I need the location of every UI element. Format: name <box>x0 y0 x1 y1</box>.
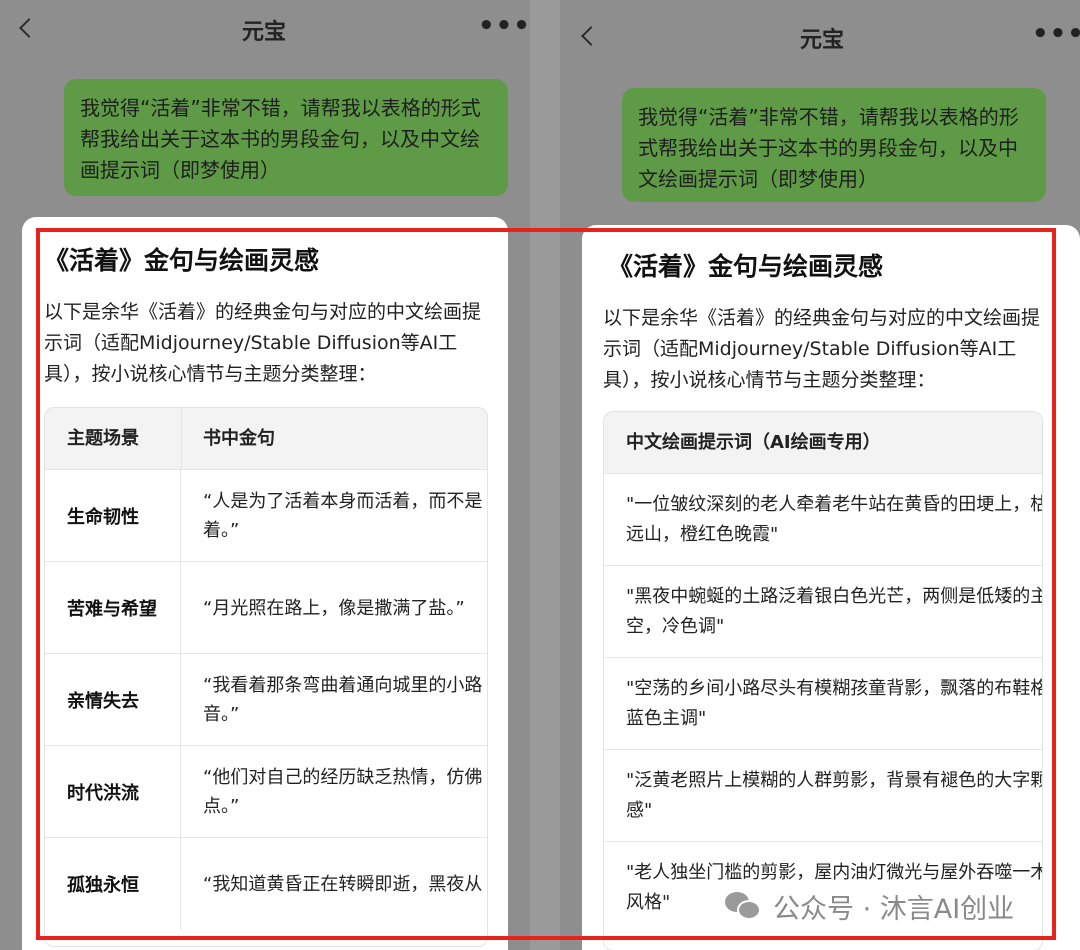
quote-cell: “他们对自己的经历缺乏热情，仿佛点。” <box>203 746 487 838</box>
prompt-text: "空荡的乡间小路尽头有模糊孩童背影，飘落的布鞋格，灰蓝色主调" <box>626 678 1043 729</box>
response-title: 《活着》金句与绘画灵感 <box>44 246 320 275</box>
quote-text: “人是为了活着本身而活着，而不是着。” <box>203 491 483 541</box>
wechat-icon <box>725 890 763 922</box>
theme-cell: 苦难与希望 <box>45 562 181 654</box>
chat-header: 元宝 ••• <box>560 0 1080 64</box>
table-row: "泛黄老照片上模糊的人群剪影，背景有褪色的大字颗粒质感" <box>604 750 1042 842</box>
table-row: "一位皱纹深刻的老人牵着老牛站在黄昏的田埂上，枯树与远山，橙红色晚霞" <box>604 474 1042 566</box>
quote-cell: “人是为了活着本身而活着，而不是着。” <box>203 470 487 562</box>
quote-text: “月光照在路上，像是撒满了盐。” <box>203 597 465 619</box>
response-card: 《活着》金句与绘画灵感 以下是余华《活着》的经典金句与对应的中文绘画提示词（适配… <box>22 217 508 950</box>
prompt-text: "一位皱纹深刻的老人牵着老牛站在黄昏的田埂上，枯树与远山，橙红色晚霞" <box>626 494 1043 545</box>
prompts-table: 中文绘画提示词（AI绘画专用） "一位皱纹深刻的老人牵着老牛站在黄昏的田埂上，枯… <box>603 411 1043 950</box>
table-row: 孤独永恒 “我知道黄昏正在转瞬即逝，黑夜从 <box>45 838 487 930</box>
quote-text: “我看着那条弯曲着通向城里的小路音。” <box>203 675 483 725</box>
quote-cell: “月光照在路上，像是撒满了盐。” <box>203 562 487 654</box>
back-icon[interactable] <box>19 18 39 38</box>
table-row: "黑夜中蜿蜒的土路泛着银白色光芒，两侧是低矮的主义星空，冷色调" <box>604 566 1042 658</box>
theme-cell: 生命韧性 <box>45 470 181 562</box>
user-message-text: 我觉得“活着”非常不错，请帮我以表格的形式帮我给出关于这本书的男段金句，以及中文… <box>80 96 481 182</box>
table-row: 时代洪流 “他们对自己的经历缺乏热情，仿佛点。” <box>45 746 487 838</box>
user-message-text: 我觉得“活着”非常不错，请帮我以表格的形式帮我给出关于这本书的男段金句，以及中文… <box>638 105 1019 191</box>
chat-title: 元宝 <box>241 20 287 45</box>
header-quote: 书中金句 <box>203 428 275 449</box>
left-chat-panel: 元宝 ••• 我觉得“活着”非常不错，请帮我以表格的形式帮我给出关于这本书的男段… <box>0 0 530 950</box>
prompt-text: "黑夜中蜿蜒的土路泛着银白色光芒，两侧是低矮的主义星空，冷色调" <box>626 586 1043 637</box>
more-icon[interactable]: ••• <box>478 13 530 39</box>
response-intro: 以下是余华《活着》的经典金句与对应的中文绘画提示词（适配Midjourney/S… <box>44 301 482 385</box>
more-icon[interactable]: ••• <box>1032 21 1080 47</box>
quote-text: “我知道黄昏正在转瞬即逝，黑夜从 <box>203 873 483 895</box>
prompt-text: "泛黄老照片上模糊的人群剪影，背景有褪色的大字颗粒质感" <box>626 770 1043 821</box>
chat-title: 元宝 <box>799 28 845 53</box>
header-divider <box>181 408 182 470</box>
theme-cell: 时代洪流 <box>45 746 181 838</box>
table-row: 生命韧性 “人是为了活着本身而活着，而不是着。” <box>45 470 487 562</box>
theme-cell: 亲情失去 <box>45 654 181 746</box>
chat-header: 元宝 ••• <box>0 0 530 64</box>
watermark-text: 公众号 · 沐言AI创业 <box>773 893 1015 925</box>
table-header: 主题场景 书中金句 <box>45 408 487 470</box>
user-message-bubble: 我觉得“活着”非常不错，请帮我以表格的形式帮我给出关于这本书的男段金句，以及中文… <box>64 79 508 196</box>
quotes-table: 主题场景 书中金句 生命韧性 “人是为了活着本身而活着，而不是着。” 苦难与希望… <box>44 407 488 947</box>
response-card: 《活着》金句与绘画灵感 以下是余华《活着》的经典金句与对应的中文绘画提示词（适配… <box>582 225 1080 950</box>
quote-cell: “我看着那条弯曲着通向城里的小路音。” <box>203 654 487 746</box>
response-title: 《活着》金句与绘画灵感 <box>608 252 884 281</box>
watermark: 公众号 · 沐言AI创业 <box>725 886 1014 926</box>
quote-cell: “我知道黄昏正在转瞬即逝，黑夜从 <box>203 838 487 930</box>
quote-text: “他们对自己的经历缺乏热情，仿佛点。” <box>203 767 483 817</box>
user-message-bubble: 我觉得“活着”非常不错，请帮我以表格的形式帮我给出关于这本书的男段金句，以及中文… <box>622 88 1046 202</box>
table-row: 苦难与希望 “月光照在路上，像是撒满了盐。” <box>45 562 487 654</box>
table-row: "空荡的乡间小路尽头有模糊孩童背影，飘落的布鞋格，灰蓝色主调" <box>604 658 1042 750</box>
header-theme: 主题场景 <box>67 428 139 449</box>
panel-gutter <box>530 0 560 950</box>
header-prompt: 中文绘画提示词（AI绘画专用） <box>626 432 881 453</box>
table-row: 亲情失去 “我看着那条弯曲着通向城里的小路音。” <box>45 654 487 746</box>
theme-cell: 孤独永恒 <box>45 838 181 930</box>
right-chat-panel: 元宝 ••• 我觉得“活着”非常不错，请帮我以表格的形式帮我给出关于这本书的男段… <box>560 0 1080 950</box>
table-header: 中文绘画提示词（AI绘画专用） <box>604 412 1042 474</box>
back-icon[interactable] <box>581 26 601 46</box>
response-intro: 以下是余华《活着》的经典金句与对应的中文绘画提示词（适配Midjourney/S… <box>603 307 1041 391</box>
